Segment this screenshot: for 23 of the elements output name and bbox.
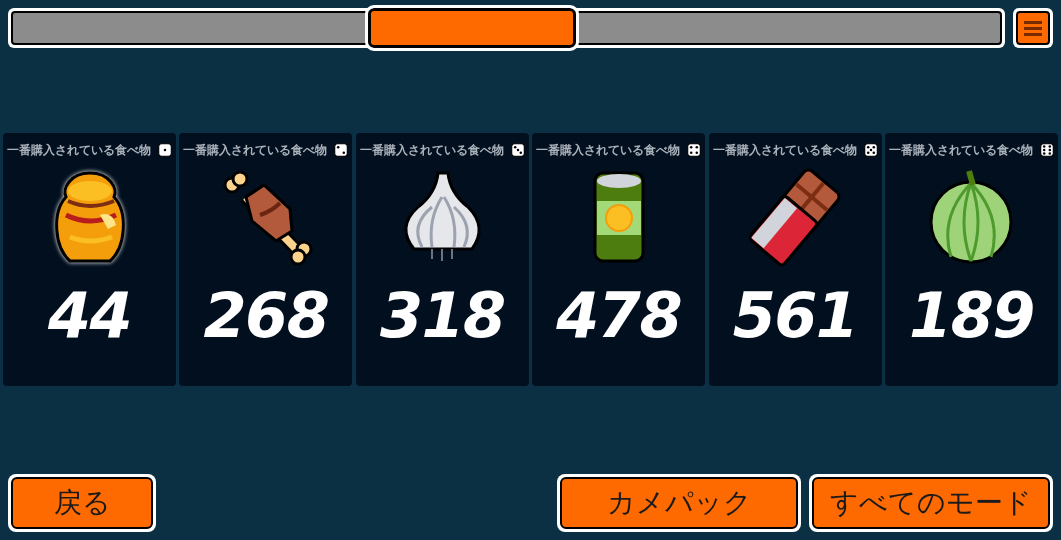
die-icon [158, 143, 172, 157]
back-button[interactable]: 戻る [11, 477, 153, 529]
purchase-count: 44 [47, 285, 132, 347]
die-icon [510, 143, 525, 157]
purchase-count: 268 [203, 285, 329, 347]
card-label: 一番購入されている食べ物 [712, 142, 857, 159]
pager-thumb[interactable] [368, 8, 576, 48]
mode-button[interactable]: すべてのモード [812, 477, 1050, 529]
die-icon [687, 143, 702, 157]
die-icon [334, 143, 349, 157]
purchase-count: 561 [732, 285, 858, 347]
card-label: 一番購入されている食べ物 [536, 142, 681, 159]
purchase-count: 478 [556, 285, 682, 347]
die-icon [1039, 143, 1054, 157]
purchase-count: 189 [909, 285, 1034, 347]
card-label: 一番購入されている食べ物 [888, 142, 1033, 159]
menu-button[interactable] [1013, 8, 1053, 48]
card-label: 一番購入されている食べ物 [183, 142, 328, 159]
die-icon [863, 143, 878, 157]
card-label: 一番購入されている食べ物 [7, 142, 151, 159]
purchase-count: 318 [379, 285, 505, 347]
mode-button[interactable]: カメパック [560, 477, 798, 529]
card-label: 一番購入されている食べ物 [359, 142, 504, 159]
